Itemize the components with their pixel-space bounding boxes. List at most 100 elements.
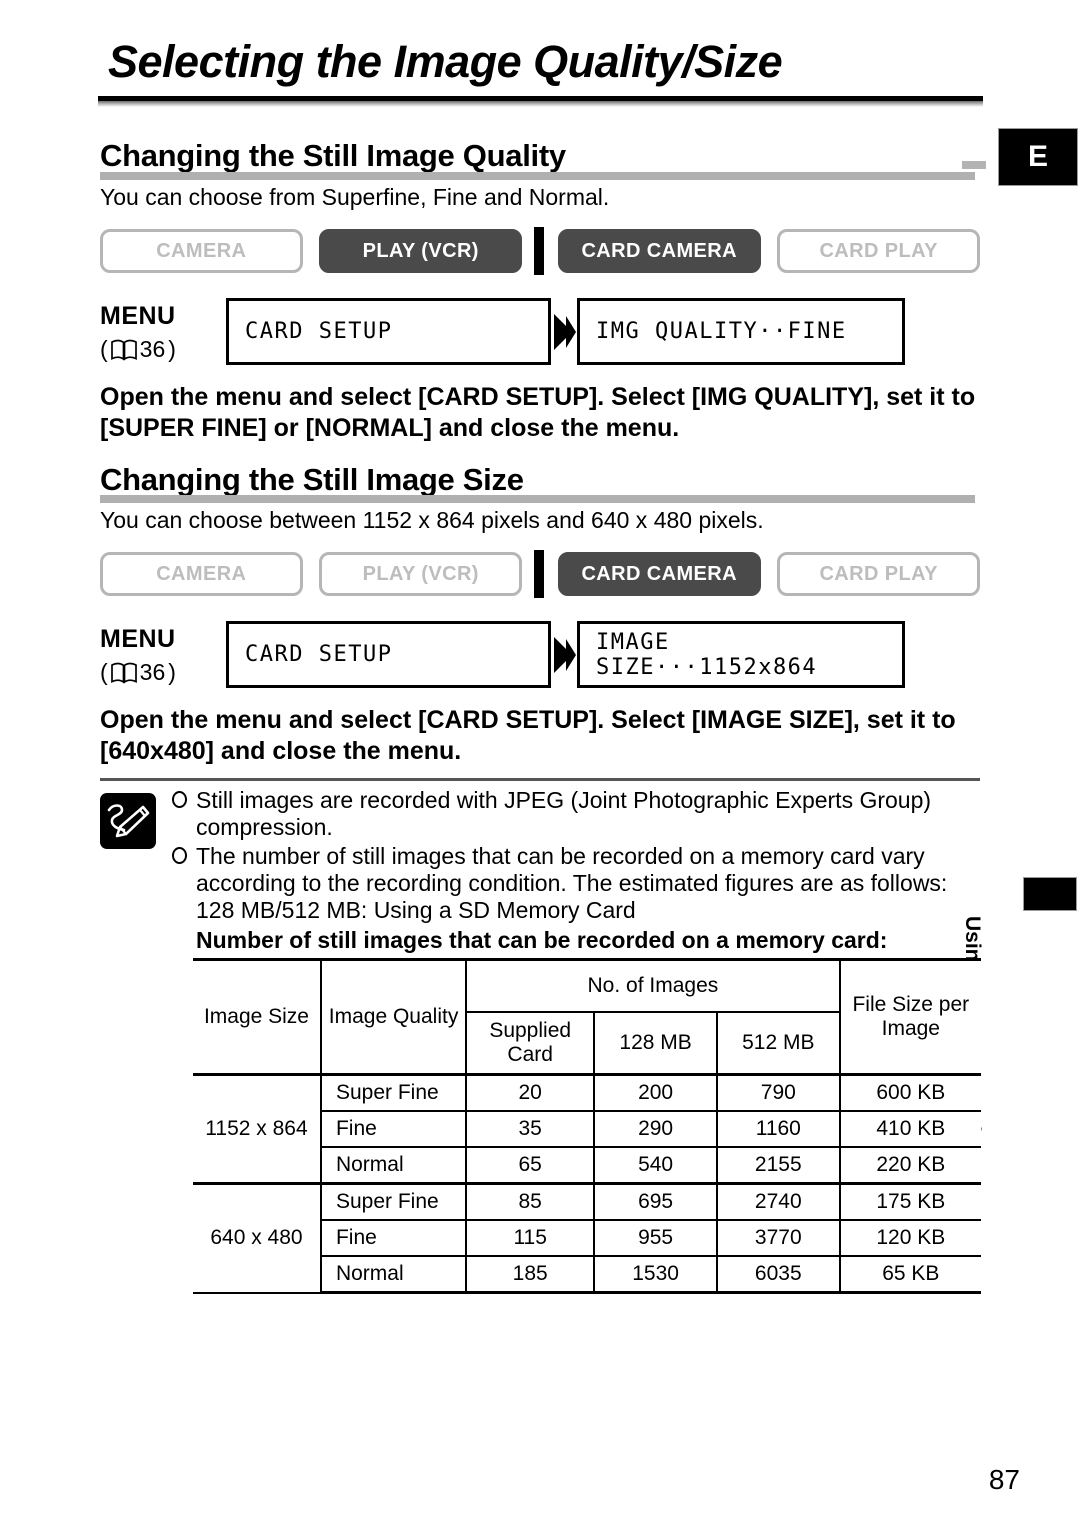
language-tab-e: E	[998, 128, 1078, 186]
header-file-size-line2: Image	[881, 1017, 940, 1040]
header-file-size-line1: File Size per	[852, 993, 970, 1016]
right-arrow-icon	[552, 312, 578, 352]
mode-button-card-play[interactable]: CARD PLAY	[777, 552, 980, 596]
cell-supplied: 185	[465, 1255, 596, 1294]
section-rule-quality	[100, 172, 975, 180]
cell-128mb: 955	[593, 1219, 718, 1257]
paren-open: (	[100, 659, 108, 685]
cell-image-size: 1152 x 864	[193, 1073, 322, 1185]
menu-box-image-size[interactable]: IMAGE SIZE···1152x864	[577, 621, 905, 688]
cell-512mb: 6035	[715, 1255, 841, 1294]
paren-close: )	[168, 336, 176, 362]
header-image-quality: Image Quality	[319, 958, 468, 1076]
page-title: Selecting the Image Quality/Size	[108, 36, 783, 87]
header-supplied-card: Supplied Card	[465, 1011, 596, 1076]
mode-group-divider	[534, 227, 544, 275]
menu-page-number: 36	[139, 659, 166, 685]
header-file-size-per-image: File Size per Image	[838, 958, 981, 1076]
cell-image-quality: Fine	[319, 1110, 468, 1148]
cell-128mb: 540	[593, 1146, 718, 1185]
cell-image-quality: Super Fine	[319, 1182, 468, 1221]
menu-page-number: 36	[139, 336, 166, 362]
menu-page-reference: ( 36 )	[100, 336, 176, 363]
mode-button-card-camera[interactable]: CARD CAMERA	[557, 229, 761, 273]
paren-close: )	[168, 659, 176, 685]
menu-block-size: MENU ( 36 ) CARD SETUP IMAGE SIZE···1152…	[100, 621, 980, 691]
header-128mb: 128 MB	[593, 1011, 718, 1076]
instruction-quality: Open the menu and select [CARD SETUP]. S…	[100, 383, 976, 442]
cell-filesize: 120 KB	[838, 1219, 981, 1257]
bullet-icon	[172, 847, 187, 864]
cell-512mb: 790	[715, 1073, 841, 1112]
notes-divider	[100, 778, 980, 781]
page-number: 87	[988, 1464, 1020, 1495]
right-arrow-icon	[552, 635, 578, 675]
cell-512mb: 2155	[715, 1146, 841, 1185]
cell-128mb: 1530	[593, 1255, 718, 1294]
section-heading-size: Changing the Still Image Size	[100, 462, 524, 497]
bullet-icon	[172, 791, 187, 808]
note-item: The number of still images that can be r…	[172, 843, 962, 954]
mode-group-divider	[534, 550, 544, 598]
note-item: Still images are recorded with JPEG (Joi…	[172, 787, 962, 841]
menu-box-card-setup[interactable]: CARD SETUP	[226, 298, 551, 365]
book-icon	[110, 339, 137, 361]
section-heading-quality: Changing the Still Image Quality	[100, 138, 566, 173]
cell-image-size: 640 x 480	[193, 1182, 322, 1294]
header-supplied-card-line1: Supplied	[489, 1019, 572, 1042]
mode-button-card-camera[interactable]: CARD CAMERA	[557, 552, 761, 596]
cell-512mb: 1160	[715, 1110, 841, 1148]
cell-filesize: 65 KB	[838, 1255, 981, 1294]
cell-512mb: 3770	[715, 1219, 841, 1257]
mode-button-play-vcr[interactable]: PLAY (VCR)	[319, 229, 523, 273]
cell-512mb: 2740	[715, 1182, 841, 1221]
cell-filesize: 410 KB	[838, 1110, 981, 1148]
section-intro-quality: You can choose from Superfine, Fine and …	[100, 184, 610, 210]
cell-image-quality: Super Fine	[319, 1073, 468, 1112]
header-512mb: 512 MB	[715, 1011, 841, 1076]
cell-128mb: 290	[593, 1110, 718, 1148]
header-no-of-images: No. of Images	[465, 958, 841, 1013]
table-row: 1152 x 864 Super Fine 20 200 790 600 KB	[193, 1073, 981, 1185]
book-icon	[110, 662, 137, 684]
menu-block-quality: MENU ( 36 ) CARD SETUP IMG QUALITY··FINE	[100, 298, 980, 368]
cell-supplied: 20	[465, 1073, 596, 1112]
mode-button-camera[interactable]: CAMERA	[100, 229, 303, 273]
menu-box-img-quality[interactable]: IMG QUALITY··FINE	[577, 298, 905, 365]
cell-128mb: 695	[593, 1182, 718, 1221]
cell-supplied: 35	[465, 1110, 596, 1148]
note-text: Still images are recorded with JPEG (Joi…	[196, 787, 932, 840]
menu-label: MENU	[100, 302, 176, 330]
cell-128mb: 200	[593, 1073, 718, 1112]
header-supplied-card-line2: Card	[507, 1043, 553, 1066]
mode-bar-size: CAMERA PLAY (VCR) CARD CAMERA CARD PLAY	[100, 550, 980, 598]
cell-image-quality: Normal	[319, 1146, 468, 1185]
cell-filesize: 600 KB	[838, 1073, 981, 1112]
cell-filesize: 175 KB	[838, 1182, 981, 1221]
cell-image-quality: Fine	[319, 1219, 468, 1257]
notes-list: Still images are recorded with JPEG (Joi…	[172, 787, 962, 956]
note-pencil-icon	[100, 793, 156, 849]
menu-box-card-setup[interactable]: CARD SETUP	[226, 621, 551, 688]
cell-filesize: 220 KB	[838, 1146, 981, 1185]
note-text: The number of still images that can be r…	[196, 843, 948, 896]
cell-image-quality: Normal	[319, 1255, 468, 1294]
side-tab-marker	[1023, 877, 1077, 911]
section-intro-size: You can choose between 1152 x 864 pixels…	[100, 507, 764, 533]
note-subline: 128 MB/512 MB: Using a SD Memory Card	[196, 897, 636, 923]
mode-button-card-play[interactable]: CARD PLAY	[777, 229, 980, 273]
menu-page-reference: ( 36 )	[100, 659, 176, 686]
header-image-size: Image Size	[193, 958, 322, 1076]
cell-supplied: 85	[465, 1182, 596, 1221]
menu-label: MENU	[100, 625, 176, 653]
image-capacity-table: Image Size Image Quality No. of Images F…	[193, 958, 981, 1294]
section-rule-size	[100, 495, 975, 503]
table-row: 640 x 480 Super Fine 85 695 2740 175 KB	[193, 1182, 981, 1294]
instruction-size: Open the menu and select [CARD SETUP]. S…	[100, 706, 956, 765]
mode-button-camera[interactable]: CAMERA	[100, 552, 303, 596]
cell-supplied: 65	[465, 1146, 596, 1185]
note-bold-line: Number of still images that can be recor…	[196, 927, 888, 953]
mode-button-play-vcr[interactable]: PLAY (VCR)	[319, 552, 523, 596]
language-tab-dash	[962, 161, 986, 169]
manual-page: Selecting the Image Quality/Size E Chang…	[0, 0, 1080, 1526]
